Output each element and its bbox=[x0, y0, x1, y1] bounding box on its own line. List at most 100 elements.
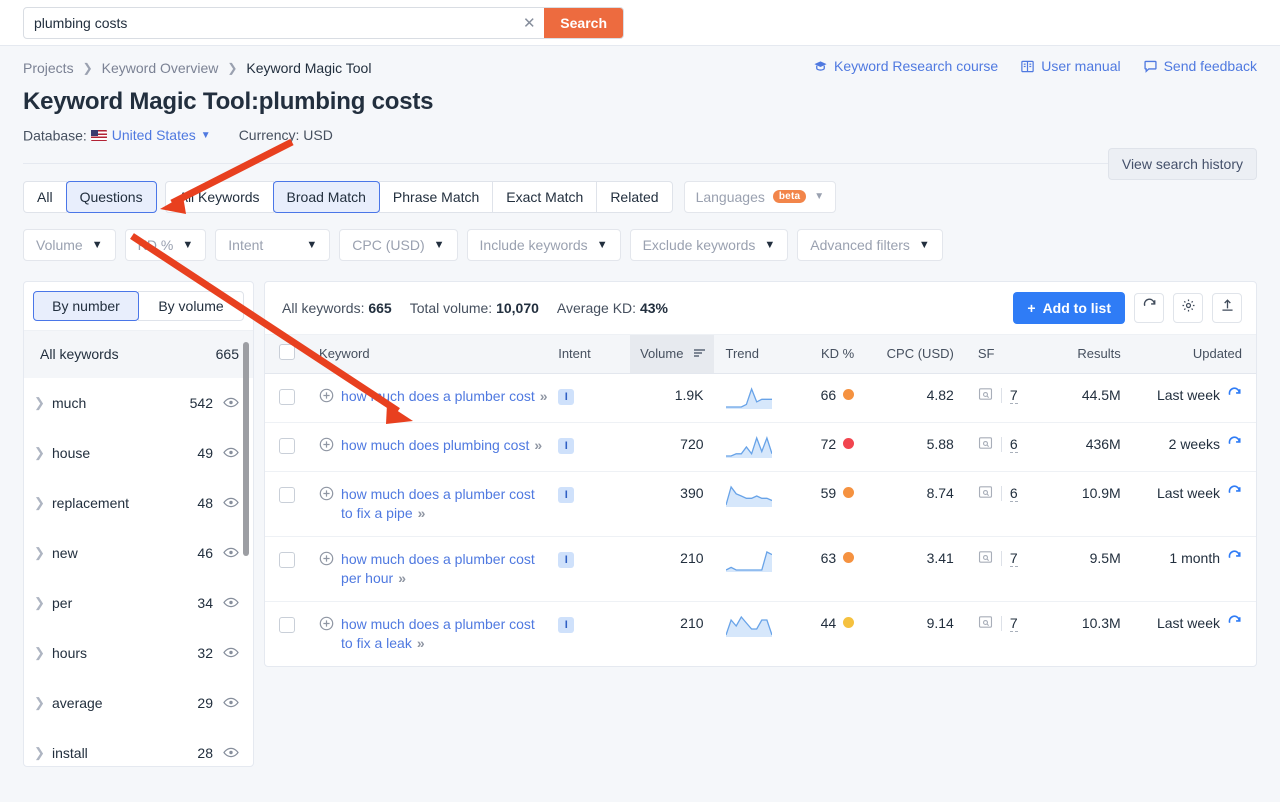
chevron-right-icon[interactable]: ❯ bbox=[34, 445, 52, 461]
eye-icon[interactable] bbox=[223, 647, 239, 658]
intent-badge[interactable]: I bbox=[558, 437, 575, 454]
breadcrumb-item-keyword-overview[interactable]: Keyword Overview bbox=[102, 60, 219, 76]
expand-keyword-icon[interactable]: » bbox=[418, 505, 426, 521]
eye-icon[interactable] bbox=[223, 497, 239, 508]
row-checkbox[interactable] bbox=[279, 437, 296, 454]
row-checkbox[interactable] bbox=[279, 388, 296, 405]
expand-keyword-icon[interactable]: » bbox=[534, 437, 542, 453]
expand-keyword-icon[interactable]: » bbox=[417, 635, 425, 651]
sidebar-scrollbar-thumb[interactable] bbox=[243, 341, 249, 556]
table-row[interactable]: how much does a plumber cost per hour» I… bbox=[265, 535, 1256, 601]
view-search-history-button[interactable]: View search history bbox=[1107, 148, 1257, 180]
row-refresh-icon[interactable] bbox=[1227, 436, 1242, 451]
add-to-list-button[interactable]: + Add to list bbox=[1013, 291, 1125, 324]
eye-icon[interactable] bbox=[223, 547, 239, 558]
refresh-button[interactable] bbox=[1134, 292, 1164, 323]
select-all-checkbox[interactable] bbox=[279, 344, 296, 360]
chevron-right-icon[interactable]: ❯ bbox=[34, 395, 52, 411]
settings-button[interactable] bbox=[1173, 292, 1203, 323]
search-button[interactable]: Search bbox=[544, 7, 623, 38]
sf-count[interactable]: 7 bbox=[1009, 387, 1018, 404]
tab-all[interactable]: All bbox=[23, 180, 67, 213]
clear-search-icon[interactable]: ✕ bbox=[514, 8, 544, 38]
chevron-right-icon[interactable]: ❯ bbox=[34, 495, 52, 511]
chevron-right-icon[interactable]: ❯ bbox=[34, 595, 52, 611]
serp-features-icon[interactable] bbox=[978, 615, 993, 632]
filter-advanced[interactable]: Advanced filters ▼ bbox=[797, 228, 943, 261]
row-checkbox[interactable] bbox=[279, 486, 296, 503]
send-feedback-link[interactable]: Send feedback bbox=[1143, 58, 1257, 74]
sidebar-item-house[interactable]: ❯ house 49 bbox=[24, 428, 253, 478]
sidebar-item-install[interactable]: ❯ install 28 bbox=[24, 728, 253, 766]
sf-count[interactable]: 7 bbox=[1009, 615, 1018, 632]
sidebar-item-replacement[interactable]: ❯ replacement 48 bbox=[24, 478, 253, 528]
sidebar-item-new[interactable]: ❯ new 46 bbox=[24, 528, 253, 578]
expand-keyword-icon[interactable]: » bbox=[398, 570, 406, 586]
tab-exact-match[interactable]: Exact Match bbox=[492, 180, 598, 213]
languages-dropdown[interactable]: Languages beta ▼ bbox=[683, 180, 837, 213]
row-refresh-icon[interactable] bbox=[1227, 615, 1242, 630]
intent-badge[interactable]: I bbox=[558, 388, 575, 405]
sidebar-item-average[interactable]: ❯ average 29 bbox=[24, 678, 253, 728]
keyword-link[interactable]: how much does a plumber cost to fix a pi… bbox=[341, 485, 548, 523]
sf-count[interactable]: 6 bbox=[1009, 485, 1018, 502]
sidebar-item-much[interactable]: ❯ much 542 bbox=[24, 378, 253, 428]
keyword-research-course-link[interactable]: Keyword Research course bbox=[813, 58, 998, 74]
table-row[interactable]: how much does a plumber cost to fix a le… bbox=[265, 600, 1256, 666]
add-keyword-icon[interactable] bbox=[319, 437, 334, 455]
sf-count[interactable]: 7 bbox=[1009, 550, 1018, 567]
serp-features-icon[interactable] bbox=[978, 387, 993, 404]
tab-questions[interactable]: Questions bbox=[65, 180, 157, 213]
user-manual-link[interactable]: User manual bbox=[1020, 58, 1121, 74]
row-refresh-icon[interactable] bbox=[1227, 485, 1242, 500]
tab-broad-match[interactable]: Broad Match bbox=[272, 180, 380, 213]
eye-icon[interactable] bbox=[223, 747, 239, 758]
sidebar-item-per[interactable]: ❯ per 34 bbox=[24, 578, 253, 628]
table-row[interactable]: how much does a plumber cost to fix a pi… bbox=[265, 470, 1256, 536]
filter-kd[interactable]: KD % ▼ bbox=[124, 228, 207, 261]
serp-features-icon[interactable] bbox=[978, 436, 993, 453]
sf-count[interactable]: 6 bbox=[1009, 436, 1018, 453]
filter-volume[interactable]: Volume ▼ bbox=[23, 228, 116, 261]
intent-badge[interactable]: I bbox=[558, 616, 575, 633]
filter-intent[interactable]: Intent ▼ bbox=[215, 228, 331, 261]
eye-icon[interactable] bbox=[223, 597, 239, 608]
row-checkbox[interactable] bbox=[279, 551, 296, 568]
filter-exclude-keywords[interactable]: Exclude keywords ▼ bbox=[629, 228, 789, 261]
column-kd[interactable]: KD % bbox=[796, 333, 865, 373]
expand-keyword-icon[interactable]: » bbox=[540, 388, 548, 404]
table-row[interactable]: how much does plumbing cost» I 720 72 5.… bbox=[265, 421, 1256, 471]
column-intent[interactable]: Intent bbox=[558, 333, 631, 373]
add-keyword-icon[interactable] bbox=[319, 388, 334, 406]
filter-include-keywords[interactable]: Include keywords ▼ bbox=[466, 228, 621, 261]
row-refresh-icon[interactable] bbox=[1227, 550, 1242, 565]
column-sf[interactable]: SF bbox=[963, 333, 1032, 373]
tab-related[interactable]: Related bbox=[596, 180, 673, 213]
column-volume[interactable]: Volume bbox=[630, 333, 714, 373]
tab-phrase-match[interactable]: Phrase Match bbox=[378, 180, 494, 213]
table-row[interactable]: how much does a plumber cost» I 1.9K 66 … bbox=[265, 372, 1256, 422]
keyword-link[interactable]: how much does a plumber cost to fix a le… bbox=[341, 615, 548, 653]
keyword-link[interactable]: how much does a plumber cost per hour» bbox=[341, 550, 548, 588]
sidebar-sort-by-number[interactable]: By number bbox=[33, 290, 139, 321]
chevron-right-icon[interactable]: ❯ bbox=[34, 695, 52, 711]
column-cpc[interactable]: CPC (USD) bbox=[864, 333, 964, 373]
row-checkbox[interactable] bbox=[279, 616, 296, 633]
row-refresh-icon[interactable] bbox=[1227, 387, 1242, 402]
database-selector[interactable]: Database: United States ▼ bbox=[23, 127, 211, 144]
eye-icon[interactable] bbox=[223, 447, 239, 458]
database-value[interactable]: United States ▼ bbox=[90, 127, 211, 143]
column-results[interactable]: Results bbox=[1031, 333, 1131, 373]
sidebar-item-hours[interactable]: ❯ hours 32 bbox=[24, 628, 253, 678]
add-keyword-icon[interactable] bbox=[319, 551, 334, 588]
intent-badge[interactable]: I bbox=[558, 551, 575, 568]
breadcrumb-item-projects[interactable]: Projects bbox=[23, 60, 74, 76]
export-button[interactable] bbox=[1212, 292, 1242, 323]
tab-all-keywords[interactable]: All Keywords bbox=[164, 180, 274, 213]
add-keyword-icon[interactable] bbox=[319, 616, 334, 653]
intent-badge[interactable]: I bbox=[558, 486, 575, 503]
sidebar-sort-by-volume[interactable]: By volume bbox=[138, 290, 244, 321]
serp-features-icon[interactable] bbox=[978, 550, 993, 567]
column-updated[interactable]: Updated bbox=[1130, 333, 1256, 373]
column-trend[interactable]: Trend bbox=[713, 333, 797, 373]
